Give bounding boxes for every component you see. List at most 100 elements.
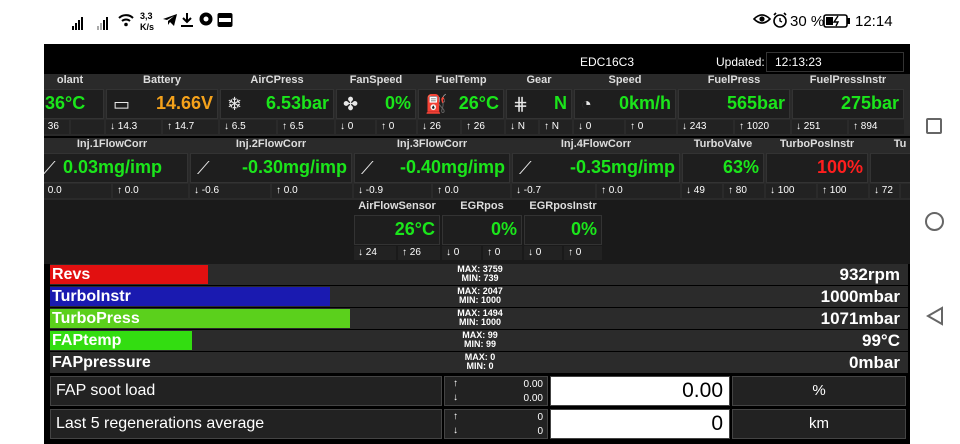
arrow-down-icon: ↓ xyxy=(453,425,458,436)
gauge-min-value: 0 xyxy=(535,247,542,258)
back-button[interactable] xyxy=(925,306,944,331)
gauge-min: ↓ 100 xyxy=(766,184,816,198)
gauge-max: ↑ 6.5 xyxy=(278,120,334,134)
recent-apps-button[interactable] xyxy=(926,118,942,134)
gear-shift-icon: ⋕ xyxy=(513,94,529,114)
gauge-egrpos[interactable]: EGRpos 0% ↓ 0 ↑ 0 xyxy=(442,200,522,262)
bar-min: MIN: 1000 xyxy=(458,317,502,327)
bar-name: TurboPress xyxy=(52,310,140,327)
gauge-value: 0.03mg/imp xyxy=(63,157,163,177)
gauge-min: ↓ 49 xyxy=(682,184,722,198)
injector-icon: ⟋ xyxy=(197,158,210,178)
table-row: FAP soot load ↑ ↓ 0.00 0.00 0.00% xyxy=(50,376,906,406)
gauge-value: -0.35mg/imp xyxy=(569,157,675,177)
gauge-battery[interactable]: Battery ▭ 14.66V ↓ 14.3 ↑ 14.7 xyxy=(106,74,218,136)
gauge-title: Inj.4FlowCorr xyxy=(560,138,632,150)
gauge-min: ↓ -0.6 xyxy=(190,184,270,198)
gauge-inj-1flowcorr[interactable]: Inj.1FlowCorr ⟋ 0.03mg/imp ↓ 0.0↑ 0.0 xyxy=(44,138,188,200)
gauge-max-value: 0.0 xyxy=(283,185,298,196)
gauge-value: 275bar xyxy=(840,93,899,113)
gauge-inj-4flowcorr[interactable]: Inj.4FlowCorr ⟋ -0.35mg/imp ↓ -0.7 ↑ 0.0 xyxy=(512,138,680,200)
gauge-title: Tu xyxy=(893,138,907,150)
gauge-min-value: 100 xyxy=(777,185,795,196)
gauge-min: ↓ 0 xyxy=(336,120,375,134)
gauge-value-box xyxy=(870,153,910,183)
bar-revs: Revs MAX: 3759 MIN: 739 932rpm xyxy=(50,264,908,285)
row-min-value: 0 xyxy=(537,426,543,437)
gauge-fanspeed[interactable]: FanSpeed ✤ 0% ↓ 0 ↑ 0 xyxy=(336,74,416,136)
gauge-min: ↓ 36 xyxy=(44,120,69,134)
row-minmax: ↑ ↓ 0 0 xyxy=(444,409,548,439)
gauge-fuelpress[interactable]: FuelPress 565bar ↓ 243 ↑ 1020 xyxy=(678,74,790,136)
gauge-min-value: -0.9 xyxy=(365,185,384,196)
gauge-value-box: ⟋ 0.03mg/imp xyxy=(44,153,188,183)
row-unit: km xyxy=(732,409,906,439)
chrome-icon xyxy=(199,12,213,30)
row-name: FAP soot load xyxy=(50,376,442,406)
wifi-icon xyxy=(118,12,134,32)
gauge-max: ↑ 894 xyxy=(849,120,904,134)
gauge-gear[interactable]: Gear ⋕ N ↓ N ↑ N xyxy=(506,74,572,136)
gauge-value: 565bar xyxy=(726,93,785,113)
gauge-value-box: 100% xyxy=(766,153,868,183)
bar-value: 1071mbar xyxy=(820,309,900,328)
gauge-min-value: 24 xyxy=(365,247,377,258)
gauge-value: 0% xyxy=(570,219,597,239)
home-button[interactable] xyxy=(925,212,944,231)
gauge-minmax: ↓ 36 xyxy=(44,120,104,134)
injector-icon: ⟋ xyxy=(361,158,374,178)
gauge-turboposinstr[interactable]: TurboPosInstr 100% ↓ 100 ↑ 100 xyxy=(766,138,868,200)
gauge-minmax: ↓ 14.3 ↑ 14.7 xyxy=(106,120,218,134)
gauge-value: 0km/h xyxy=(618,93,671,113)
arrow-up-icon: ↑ xyxy=(453,411,458,422)
gauge-max xyxy=(901,184,910,198)
gauge-max-value: 26 xyxy=(473,121,485,132)
row-minmax: ↑ ↓ 0.00 0.00 xyxy=(444,376,548,406)
gauge-title: Inj.1FlowCorr xyxy=(76,138,148,150)
gauge-max xyxy=(71,120,104,134)
gauge-value: 0% xyxy=(490,219,517,239)
bar-min: MIN: 99 xyxy=(463,339,496,349)
gauge-speed[interactable]: Speed ◔ 0km/h ↓ 0 ↑ 0 xyxy=(574,74,676,136)
gauge-value-box: ⟋ -0.40mg/imp xyxy=(354,153,510,183)
row-min-value: 0.00 xyxy=(523,393,543,404)
gauge-title: AirFlowSensor xyxy=(358,200,436,212)
gauge-max-value: 26 xyxy=(409,247,421,258)
gauge-value-box: 565bar xyxy=(678,89,790,119)
gauge-fueltemp[interactable]: FuelTemp ⛽ 26°C ↓ 26 ↑ 26 xyxy=(418,74,504,136)
gauge-title: TurboPosInstr xyxy=(779,138,855,150)
gauge-inj-2flowcorr[interactable]: Inj.2FlowCorr ⟋ -0.30mg/imp ↓ -0.6 ↑ 0.0 xyxy=(190,138,352,200)
bar-fappressure: FAPpressure MAX: 0 MIN: 0 0mbar xyxy=(50,352,908,373)
gauge-airflowsensor[interactable]: AirFlowSensor 26°C ↓ 24 ↑ 26 xyxy=(354,200,440,262)
header: EDC16C3 Updated: 12:13:23 xyxy=(44,52,910,72)
gauge-value-box: ✤ 0% xyxy=(336,89,416,119)
gauge-min: ↓ N xyxy=(506,120,538,134)
gauge-max-value: 100 xyxy=(829,185,847,196)
gauge-olant[interactable]: olant 36°C ↓ 36 xyxy=(44,74,104,136)
gauge-aircpress[interactable]: AirCPress ❄ 6.53bar ↓ 6.5 ↑ 6.5 xyxy=(220,74,334,136)
gauge-value: 14.66V xyxy=(155,93,213,113)
gauge-value-box: ⟋ -0.30mg/imp xyxy=(190,153,352,183)
injector-icon: ⟋ xyxy=(44,158,56,178)
gauge-tu[interactable]: Tu ↓ 72 xyxy=(870,138,910,200)
row-name: Last 5 regenerations average xyxy=(50,409,442,439)
gauge-minmax: ↓ 0 ↑ 0 xyxy=(524,246,602,260)
gauge-value: 0% xyxy=(384,93,411,113)
gauge-inj-3flowcorr[interactable]: Inj.3FlowCorr ⟋ -0.40mg/imp ↓ -0.9 ↑ 0.0 xyxy=(354,138,510,200)
gauge-max: ↑ 80 xyxy=(724,184,764,198)
gauge-minmax: ↓ 26 ↑ 26 xyxy=(418,120,504,134)
battery-icon xyxy=(823,14,851,32)
gauge-fuelpressinstr[interactable]: FuelPressInstr 275bar ↓ 251 ↑ 894 xyxy=(792,74,904,136)
gauge-egrposinstr[interactable]: EGRposInstr 0% ↓ 0 ↑ 0 xyxy=(524,200,602,262)
gauge-min-value: -0.6 xyxy=(201,185,220,196)
gauge-min: ↓ 0 xyxy=(442,246,481,260)
gauge-max-value: 0 xyxy=(637,121,644,132)
gauge-turbovalve[interactable]: TurboValve 63% ↓ 49 ↑ 80 xyxy=(682,138,764,200)
bar-faptemp: FAPtemp MAX: 99 MIN: 99 99°C xyxy=(50,330,908,351)
gauge-max-value: N xyxy=(551,121,560,132)
gauge-title: FanSpeed xyxy=(349,74,403,86)
signal-icon xyxy=(97,14,108,30)
gauge-minmax: ↓ 0 ↑ 0 xyxy=(574,120,676,134)
row-value-input[interactable]: 0.00 xyxy=(550,376,730,406)
row-value-input[interactable]: 0 xyxy=(550,409,730,439)
